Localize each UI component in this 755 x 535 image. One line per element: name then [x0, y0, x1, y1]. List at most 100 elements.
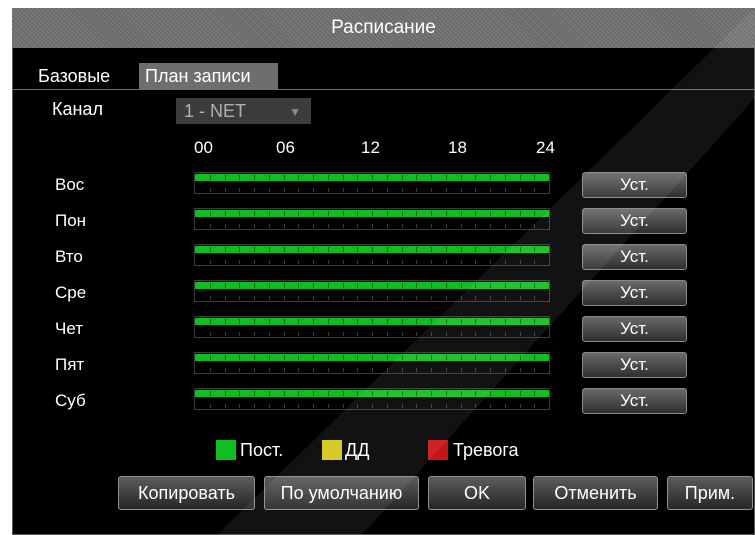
hour-tick [343, 296, 344, 300]
hour-tick [431, 247, 432, 252]
hour-tick [520, 355, 521, 360]
hour-tick [534, 175, 535, 180]
set-button-tue[interactable]: Уст. [582, 244, 687, 270]
hour-tick [534, 188, 535, 192]
schedule-window: Расписание Базовые План записи Канал 1 -… [12, 8, 755, 535]
ok-button[interactable]: OK [428, 476, 526, 510]
hour-tick [284, 368, 285, 372]
set-button-wed[interactable]: Уст. [582, 280, 687, 306]
schedule-bar-fri[interactable] [194, 352, 550, 374]
hour-tick [357, 319, 358, 324]
hour-tick [490, 188, 491, 192]
hour-tick [298, 368, 299, 372]
hour-tick [328, 188, 329, 192]
legend-label-motion: ДД [345, 440, 370, 460]
hour-tick [328, 368, 329, 372]
hour-tick [475, 224, 476, 228]
hour-tick [298, 175, 299, 180]
channel-select[interactable]: 1 - NET ▼ [176, 98, 311, 124]
hour-tick [328, 355, 329, 360]
hour-tick [520, 368, 521, 372]
hour-tick [446, 296, 447, 300]
hour-tick [269, 404, 270, 408]
hour-tick [446, 404, 447, 408]
hour-tick [254, 247, 255, 252]
hour-tick [505, 332, 506, 336]
hour-tick [475, 188, 476, 192]
hour-tick [357, 224, 358, 228]
chevron-down-icon[interactable]: ▼ [289, 99, 301, 125]
hour-tick [357, 211, 358, 216]
hour-tick [284, 224, 285, 228]
apply-button[interactable]: Прим. [667, 476, 753, 510]
hour-tick [416, 175, 417, 180]
hour-tick [225, 391, 226, 396]
default-button[interactable]: По умолчанию [264, 476, 419, 510]
window-title-bar[interactable]: Расписание [12, 8, 755, 48]
hour-tick [210, 283, 211, 288]
hour-tick [402, 404, 403, 408]
hour-tick [475, 319, 476, 324]
hour-tick [505, 391, 506, 396]
hour-tick [461, 332, 462, 336]
hour-tick [475, 260, 476, 264]
hour-tick [254, 332, 255, 336]
hour-tick [446, 355, 447, 360]
hour-tick [239, 296, 240, 300]
set-button-thu[interactable]: Уст. [582, 316, 687, 342]
hour-tick [239, 247, 240, 252]
set-button-sat[interactable]: Уст. [582, 388, 687, 414]
schedule-bar-thu[interactable] [194, 316, 550, 338]
hour-tick [343, 260, 344, 264]
set-button-mon[interactable]: Уст. [582, 208, 687, 234]
hour-tick [402, 319, 403, 324]
hour-tick [387, 391, 388, 396]
schedule-bar-sat[interactable] [194, 388, 550, 410]
schedule-bar-mon[interactable] [194, 208, 550, 230]
hour-tick [284, 355, 285, 360]
tab-basic[interactable]: Базовые [32, 63, 116, 89]
hour-tick [328, 211, 329, 216]
hour-tick [416, 224, 417, 228]
hour-tick [225, 404, 226, 408]
hour-tick [239, 319, 240, 324]
hour-tick [210, 211, 211, 216]
hour-tick [505, 404, 506, 408]
hour-tick [313, 224, 314, 228]
hour-tick [210, 404, 211, 408]
hour-tick [416, 260, 417, 264]
hour-tick [328, 283, 329, 288]
hour-tick [298, 247, 299, 252]
hour-tick [431, 404, 432, 408]
hour-tick [402, 260, 403, 264]
hour-tick [372, 332, 373, 336]
hour-tick [387, 260, 388, 264]
tab-record-plan[interactable]: План записи [139, 63, 278, 89]
copy-button[interactable]: Копировать [118, 476, 255, 510]
hour-tick [210, 355, 211, 360]
hour-tick [313, 175, 314, 180]
hour-tick [269, 355, 270, 360]
hour-tick [490, 224, 491, 228]
schedule-bar-wed[interactable] [194, 280, 550, 302]
hour-label: 18 [448, 138, 467, 157]
hour-tick [416, 368, 417, 372]
hour-tick [239, 355, 240, 360]
hour-tick [534, 368, 535, 372]
hour-tick [446, 247, 447, 252]
hour-tick [254, 296, 255, 300]
hour-tick [520, 224, 521, 228]
schedule-bar-tue[interactable] [194, 244, 550, 266]
hour-tick [372, 211, 373, 216]
hour-tick [210, 247, 211, 252]
hour-tick [446, 283, 447, 288]
hour-tick [284, 391, 285, 396]
hour-tick [328, 332, 329, 336]
schedule-bar-sun[interactable] [194, 172, 550, 194]
hour-tick [298, 224, 299, 228]
legend-swatch-alarm [428, 440, 448, 460]
hour-tick [461, 188, 462, 192]
cancel-button[interactable]: Отменить [533, 476, 658, 510]
set-button-sun[interactable]: Уст. [582, 172, 687, 198]
set-button-fri[interactable]: Уст. [582, 352, 687, 378]
